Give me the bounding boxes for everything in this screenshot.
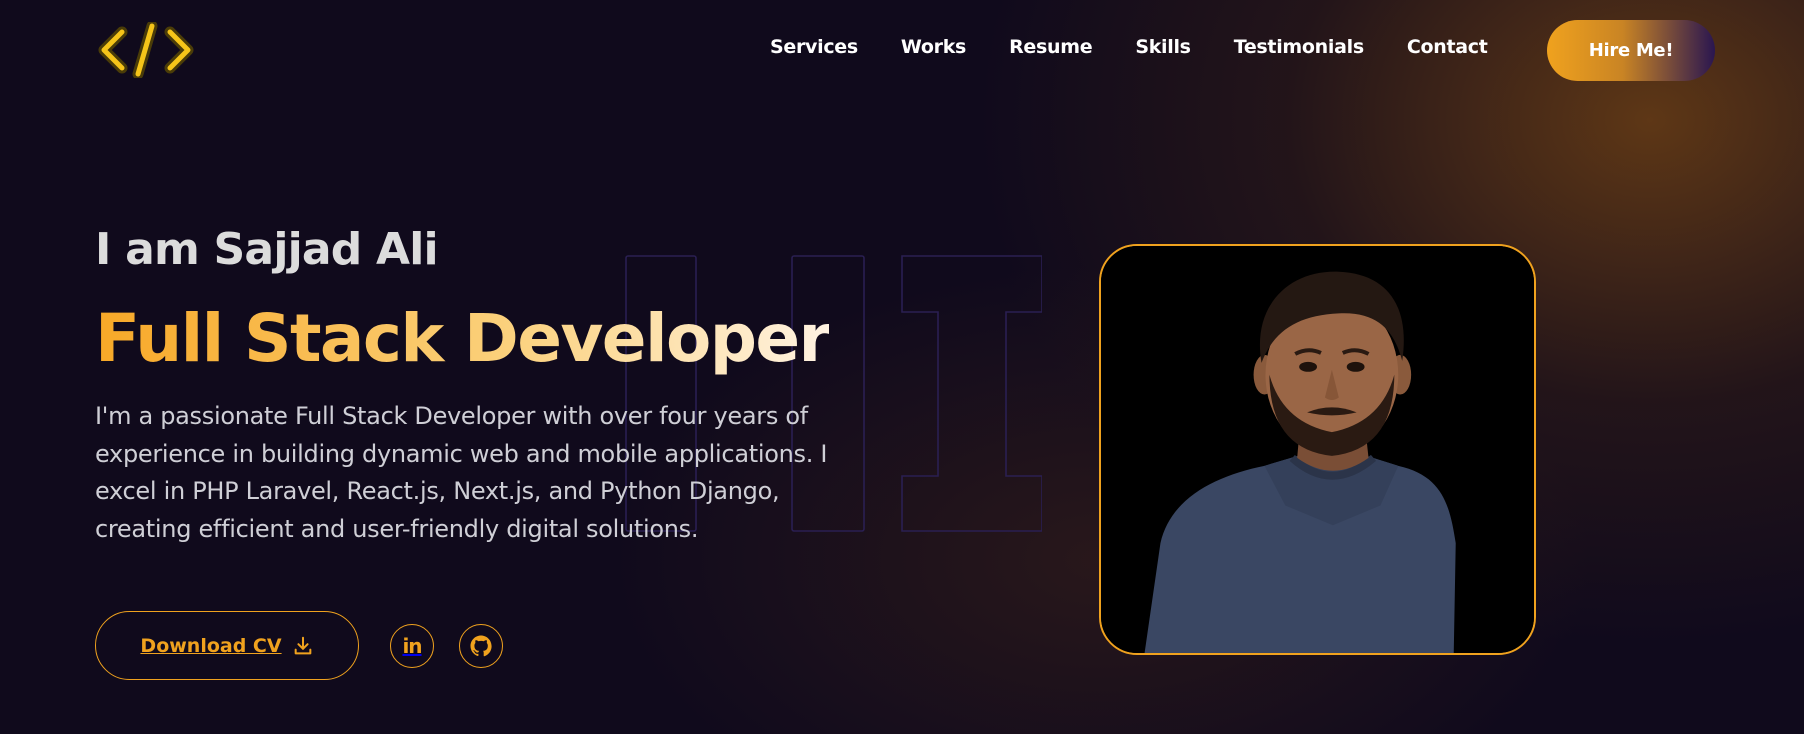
greeting-heading: I am Sajjad Ali bbox=[95, 224, 439, 275]
nav-services[interactable]: Services bbox=[770, 36, 858, 58]
main-nav: Services Works Resume Skills Testimonial… bbox=[770, 36, 1488, 58]
linkedin-icon: in bbox=[402, 634, 422, 658]
download-cv-button[interactable]: Download CV bbox=[95, 611, 359, 680]
download-icon bbox=[294, 636, 311, 654]
nav-contact[interactable]: Contact bbox=[1407, 36, 1488, 58]
download-cv-label: Download CV bbox=[140, 634, 282, 657]
nav-skills[interactable]: Skills bbox=[1135, 36, 1191, 58]
nav-resume[interactable]: Resume bbox=[1009, 36, 1093, 58]
nav-testimonials[interactable]: Testimonials bbox=[1234, 36, 1364, 58]
hero-page: Services Works Resume Skills Testimonial… bbox=[0, 0, 1804, 734]
nav-works[interactable]: Works bbox=[901, 36, 966, 58]
bio-text: I'm a passionate Full Stack Developer wi… bbox=[95, 402, 828, 543]
code-brackets-icon[interactable] bbox=[98, 20, 194, 80]
github-button[interactable] bbox=[459, 624, 503, 668]
linkedin-button[interactable]: in bbox=[390, 624, 434, 668]
github-icon bbox=[470, 635, 492, 657]
profile-photo bbox=[1099, 244, 1536, 655]
hire-me-button[interactable]: Hire Me! bbox=[1547, 20, 1715, 81]
role-title: Full Stack Developer bbox=[95, 300, 831, 377]
